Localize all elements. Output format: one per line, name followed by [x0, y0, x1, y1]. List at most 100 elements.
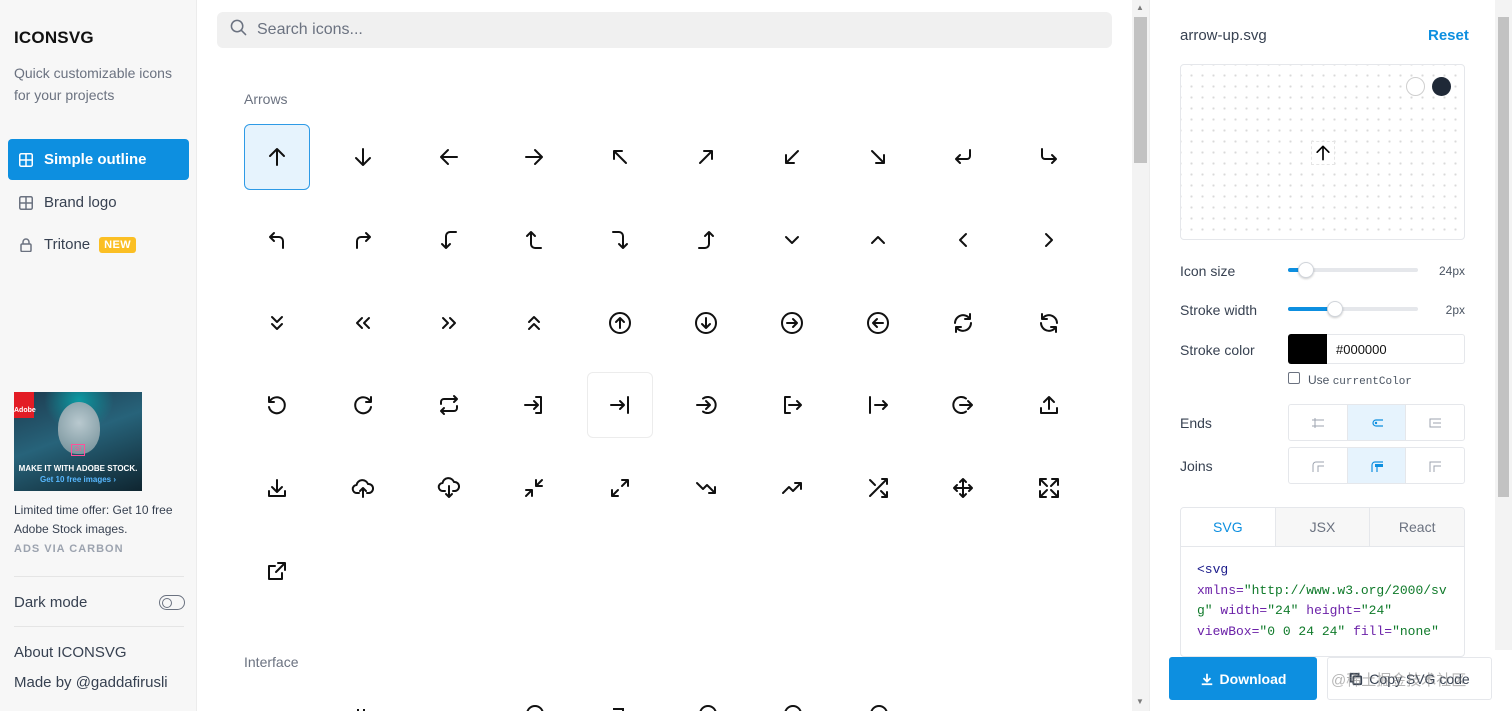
- icon-tile-maximize[interactable]: [587, 455, 653, 521]
- icon-tile-exit-circle[interactable]: [930, 372, 996, 438]
- icon-size-slider[interactable]: [1288, 262, 1418, 278]
- nav-label: Simple outline: [44, 151, 147, 168]
- icon-tile-arrow-left-circle[interactable]: [845, 290, 911, 356]
- stroke-color-swatch[interactable]: [1288, 334, 1328, 364]
- end-round-option[interactable]: [1347, 405, 1407, 440]
- icon-tile-chevron-right[interactable]: [1016, 207, 1082, 273]
- icon-tile-arrow-up-right[interactable]: [673, 124, 739, 190]
- search-input[interactable]: [257, 21, 1057, 39]
- bevel-join-icon: [1429, 461, 1442, 472]
- icon-tile-trending-down[interactable]: [673, 455, 739, 521]
- join-round-option[interactable]: [1347, 448, 1407, 483]
- icon-tile-arrow-down-left[interactable]: [759, 124, 825, 190]
- icon-tile-arrow-right[interactable]: [501, 124, 567, 190]
- main-scrollbar[interactable]: ▲ ▼: [1132, 0, 1149, 711]
- icon-tile-arrow-up-left[interactable]: [587, 124, 653, 190]
- copy-svg-button[interactable]: Copy SVG code: [1327, 657, 1492, 700]
- icon-tile-minimize[interactable]: [501, 455, 567, 521]
- nav-brand-logo[interactable]: Brand logo: [8, 182, 189, 223]
- about-link[interactable]: About ICONSVG: [14, 644, 127, 661]
- arrow-right-icon: [525, 149, 544, 165]
- scroll-down-arrow-icon[interactable]: ▼: [1136, 697, 1144, 706]
- icon-tile-arrow-up-circle[interactable]: [587, 290, 653, 356]
- icon-tile-corner-right-up[interactable]: [673, 207, 739, 273]
- reset-button[interactable]: Reset: [1428, 27, 1469, 44]
- slider-knob[interactable]: [1298, 262, 1315, 278]
- icon-tile-trending-up[interactable]: [759, 455, 825, 521]
- icon-tile-arrow-right-circle-open[interactable]: [673, 372, 739, 438]
- arrow-down-circle-icon: [694, 311, 717, 334]
- made-by-link[interactable]: Made by @gaddafirusli: [14, 674, 168, 691]
- icon-tile-return-down-left[interactable]: [930, 124, 996, 190]
- icon-tile-chevrons-down[interactable]: [244, 290, 310, 356]
- use-current-color-checkbox[interactable]: [1288, 372, 1300, 384]
- icon-tile-refresh-cw[interactable]: [930, 290, 996, 356]
- icon-tile-refresh-ccw[interactable]: [1016, 290, 1082, 356]
- tab-react[interactable]: React: [1370, 508, 1464, 546]
- icon-tile-move[interactable]: [930, 455, 996, 521]
- icon-tile-chevron-up[interactable]: [845, 207, 911, 273]
- search-icon: [230, 19, 247, 41]
- icon-tile-corner-down-right[interactable]: [1016, 124, 1082, 190]
- stroke-width-slider[interactable]: [1288, 301, 1418, 317]
- icon-tile-corner-up-right[interactable]: [330, 207, 396, 273]
- icon-tile-expand[interactable]: [1016, 455, 1082, 521]
- scroll-up-arrow-icon[interactable]: ▲: [1136, 3, 1144, 12]
- icon-tile-upload-cloud[interactable]: [330, 455, 396, 521]
- icon-tile-arrow-up[interactable]: [244, 124, 310, 190]
- scrollbar-thumb[interactable]: [1498, 17, 1509, 497]
- svg-code[interactable]: <svg xmlns="http://www.w3.org/2000/sv g"…: [1181, 547, 1464, 642]
- icon-tile-shuffle[interactable]: [845, 455, 911, 521]
- icon-tile-corner-left-down[interactable]: [416, 207, 482, 273]
- icon-tile-arrow-down-circle[interactable]: [673, 290, 739, 356]
- tab-svg[interactable]: SVG: [1181, 508, 1276, 546]
- join-miter-option[interactable]: [1289, 448, 1348, 483]
- icon-tile-chevrons-right[interactable]: [416, 290, 482, 356]
- nav-tritone[interactable]: Tritone NEW: [8, 224, 189, 265]
- icon-tile-rotate-ccw[interactable]: [244, 372, 310, 438]
- slider-knob[interactable]: [1326, 301, 1343, 317]
- icon-tile-corner-left-up[interactable]: [501, 207, 567, 273]
- icon-tile-chevrons-up[interactable]: [501, 290, 567, 356]
- download-button[interactable]: Download: [1169, 657, 1317, 700]
- ad-via[interactable]: ADS VIA CARBON: [14, 543, 124, 555]
- icon-tile-sign-out[interactable]: [845, 372, 911, 438]
- icon-tile-arrow-right-circle[interactable]: [759, 290, 825, 356]
- scrollbar-thumb[interactable]: [1134, 17, 1147, 163]
- join-bevel-option[interactable]: [1406, 448, 1464, 483]
- dark-background-toggle[interactable]: [1432, 77, 1451, 96]
- search-bar[interactable]: [217, 12, 1112, 48]
- stroke-color-input[interactable]: [1327, 334, 1465, 364]
- end-butt-option[interactable]: [1289, 405, 1348, 440]
- end-square-option[interactable]: [1406, 405, 1464, 440]
- nav-simple-outline[interactable]: Simple outline: [8, 139, 189, 180]
- icon-tile-chevron-left[interactable]: [930, 207, 996, 273]
- icon-tile-log-in[interactable]: [501, 372, 567, 438]
- icon-tile-download[interactable]: [244, 455, 310, 521]
- tab-jsx[interactable]: JSX: [1275, 508, 1371, 546]
- upload-cloud-icon: [351, 479, 374, 499]
- sign-out-icon: [868, 396, 888, 415]
- icon-tile-arrow-left[interactable]: [416, 124, 482, 190]
- ad-image[interactable]: Adobe St MAKE IT WITH ADOBE STOCK. Get 1…: [14, 392, 142, 491]
- icon-tile-log-out[interactable]: [759, 372, 825, 438]
- icon-tile-sign-in[interactable]: [587, 372, 654, 439]
- dark-mode-toggle[interactable]: [159, 595, 185, 610]
- icon-tile-arrow-down-right[interactable]: [845, 124, 911, 190]
- icon-tile-corner-up-left[interactable]: [244, 207, 310, 273]
- icon-tile-repeat[interactable]: [416, 372, 482, 438]
- stroke-width-value: 2px: [1445, 303, 1465, 317]
- icon-tile-chevron-down[interactable]: [759, 207, 825, 273]
- icon-tile-upload[interactable]: [1016, 372, 1082, 438]
- icon-tile-corner-right-down[interactable]: [587, 207, 653, 273]
- ad-text[interactable]: Limited time offer: Get 10 free Adobe St…: [14, 501, 189, 539]
- panel-scrollbar[interactable]: [1495, 0, 1512, 650]
- icon-tile-arrow-down[interactable]: [330, 124, 396, 190]
- icon-tile-download-cloud[interactable]: [416, 455, 482, 521]
- icon-tile-rotate-cw[interactable]: [330, 372, 396, 438]
- icon-tile-chevrons-left[interactable]: [330, 290, 396, 356]
- use-current-color-label[interactable]: Use currentColor: [1308, 373, 1412, 388]
- icon-tile-external-link[interactable]: [244, 538, 310, 604]
- light-background-toggle[interactable]: [1406, 77, 1425, 96]
- brand-logo[interactable]: ICONSVG: [14, 28, 94, 48]
